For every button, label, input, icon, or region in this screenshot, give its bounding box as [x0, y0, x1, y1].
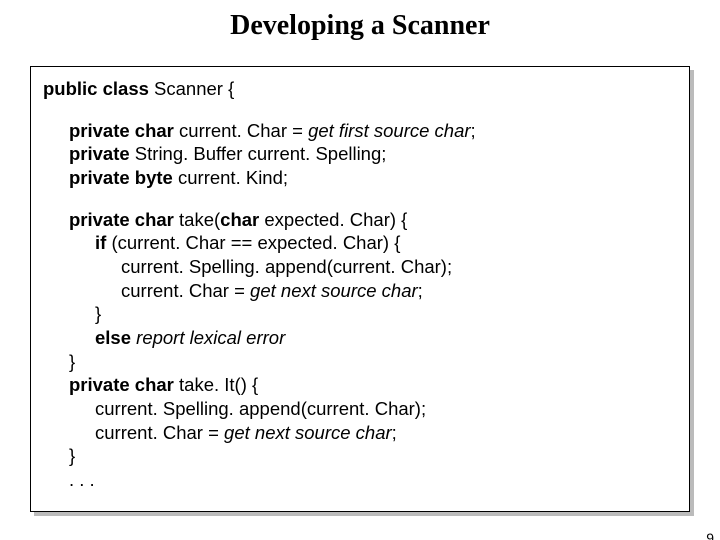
keyword: private	[69, 143, 130, 164]
code-text: ;	[392, 422, 397, 443]
italic-text: get next source char	[250, 280, 418, 301]
code-line-12: private char take. It() {	[43, 373, 677, 397]
code-line-4: private byte current. Kind;	[43, 166, 677, 190]
code-line-8: current. Char = get next source char;	[43, 279, 677, 303]
code-line-2: private char current. Char = get first s…	[43, 119, 677, 143]
code-line-6: if (current. Char == expected. Char) {	[43, 231, 677, 255]
keyword: char	[220, 209, 259, 230]
code-line-7: current. Spelling. append(current. Char)…	[43, 255, 677, 279]
keyword: private char	[69, 120, 174, 141]
italic-text: get next source char	[224, 422, 392, 443]
code-text: String. Buffer current. Spelling;	[130, 143, 387, 164]
italic-text: get first source char	[308, 120, 470, 141]
code-box: public class Scanner { private char curr…	[30, 66, 690, 512]
italic-text: report lexical error	[136, 327, 285, 348]
code-text: (current. Char == expected. Char) {	[106, 232, 400, 253]
code-text: current. Char =	[95, 422, 224, 443]
keyword: else	[95, 327, 131, 348]
code-text: take(	[174, 209, 220, 230]
code-line-13: current. Spelling. append(current. Char)…	[43, 397, 677, 421]
code-line-9: }	[43, 302, 677, 326]
code-text: take. It() {	[174, 374, 258, 395]
page-number: 9	[706, 530, 714, 540]
slide: Developing a Scanner public class Scanne…	[0, 10, 720, 540]
keyword: private char	[69, 374, 174, 395]
code-line-5: private char take(char expected. Char) {	[43, 208, 677, 232]
code-line-10: else report lexical error	[43, 326, 677, 350]
code-text: ;	[418, 280, 423, 301]
code-line-16: . . .	[43, 468, 677, 492]
code-line-11: }	[43, 350, 677, 374]
keyword: if	[95, 232, 106, 253]
code-text: expected. Char) {	[259, 209, 407, 230]
code-text: ;	[471, 120, 476, 141]
slide-title: Developing a Scanner	[0, 10, 720, 42]
code-line-1: public class Scanner {	[43, 77, 677, 101]
code-text: current. Char =	[174, 120, 308, 141]
code-line-14: current. Char = get next source char;	[43, 421, 677, 445]
code-text: current. Char =	[121, 280, 250, 301]
code-line-15: }	[43, 444, 677, 468]
keyword: public class	[43, 78, 149, 99]
keyword: private char	[69, 209, 174, 230]
blank-line	[43, 190, 677, 208]
code-line-3: private String. Buffer current. Spelling…	[43, 142, 677, 166]
code-text: current. Kind;	[173, 167, 288, 188]
blank-line	[43, 101, 677, 119]
keyword: private byte	[69, 167, 173, 188]
code-text: Scanner {	[149, 78, 234, 99]
